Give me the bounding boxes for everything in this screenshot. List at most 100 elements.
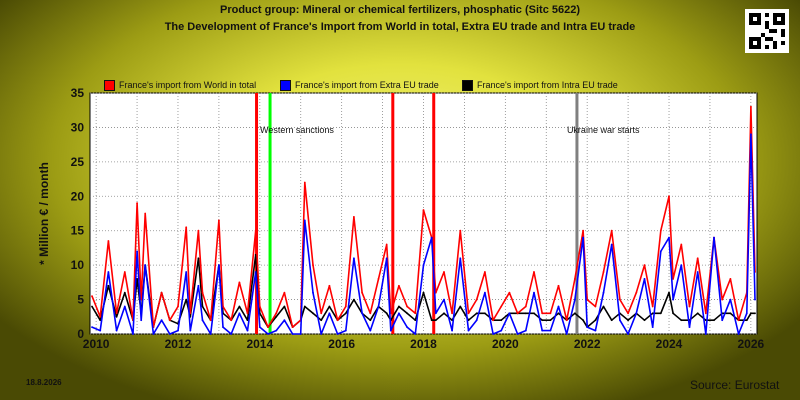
data-point — [672, 298, 674, 301]
data-point — [627, 312, 629, 315]
data-point — [275, 315, 278, 318]
data-point — [312, 291, 314, 294]
data-point — [238, 281, 241, 284]
data-point — [283, 319, 286, 322]
data-point — [745, 319, 748, 322]
data-point — [434, 312, 437, 315]
data-point — [602, 305, 605, 308]
data-point — [635, 312, 638, 315]
data-point — [688, 305, 691, 308]
data-point — [668, 236, 670, 239]
data-point — [594, 305, 597, 308]
data-point — [398, 284, 400, 287]
data-point — [291, 333, 294, 335]
data-point — [344, 312, 347, 315]
y-tick-label: 20 — [71, 189, 85, 203]
data-point — [336, 333, 339, 335]
data-point — [115, 329, 118, 332]
data-point — [643, 319, 646, 322]
data-point — [328, 284, 331, 287]
data-point — [467, 312, 470, 315]
data-point — [115, 315, 118, 318]
data-point — [721, 319, 724, 322]
data-point — [659, 229, 662, 232]
data-point — [582, 229, 584, 232]
data-point — [136, 202, 139, 205]
data-point — [696, 257, 699, 260]
data-point — [434, 319, 437, 322]
data-point — [754, 312, 756, 315]
data-point — [672, 312, 674, 315]
data-point — [160, 319, 163, 322]
data-point — [91, 305, 93, 308]
data-point — [574, 312, 576, 315]
data-point — [704, 333, 707, 335]
data-point — [619, 298, 621, 301]
x-tick-label: 2012 — [165, 337, 192, 351]
data-point — [586, 326, 589, 328]
data-point — [369, 312, 372, 315]
data-point — [688, 326, 691, 328]
data-point — [177, 305, 179, 308]
data-point — [406, 305, 408, 308]
x-tick-label: 2018 — [410, 337, 437, 351]
data-point — [406, 312, 408, 315]
data-point — [91, 295, 93, 297]
data-point — [668, 291, 670, 294]
data-point — [328, 312, 331, 315]
data-point — [500, 305, 503, 308]
y-tick-label: 5 — [77, 293, 84, 307]
data-point — [627, 333, 629, 335]
data-point — [238, 312, 241, 315]
data-point — [99, 329, 102, 332]
data-point — [185, 226, 188, 229]
data-point — [459, 229, 462, 232]
data-point — [99, 315, 102, 318]
data-point — [218, 264, 220, 266]
data-point — [659, 250, 662, 253]
data-point — [524, 329, 527, 332]
data-point — [533, 271, 535, 273]
data-point — [557, 312, 560, 315]
data-point — [680, 243, 683, 246]
data-point — [291, 326, 294, 328]
data-point — [283, 291, 286, 294]
data-point — [643, 278, 646, 280]
data-point — [303, 219, 306, 222]
data-point — [619, 319, 621, 322]
data-point — [524, 312, 527, 315]
data-point — [344, 329, 347, 332]
data-point — [484, 312, 486, 315]
data-point — [754, 298, 756, 301]
data-point — [369, 329, 372, 332]
data-point — [557, 305, 560, 308]
data-point — [267, 333, 269, 335]
data-point — [475, 319, 478, 322]
data-point — [320, 333, 323, 335]
data-point — [377, 278, 380, 280]
data-point — [353, 257, 355, 260]
data-point — [750, 105, 752, 108]
data-point — [353, 298, 355, 301]
data-point — [704, 312, 707, 315]
data-point — [565, 333, 568, 335]
data-point — [299, 333, 302, 335]
data-point — [508, 291, 511, 294]
data-point — [745, 312, 748, 315]
data-point — [729, 312, 732, 315]
date-stamp: 18.8.2026 — [26, 378, 62, 387]
data-point — [467, 329, 470, 332]
data-point — [107, 284, 110, 287]
data-point — [414, 333, 417, 335]
source-label: Source: Eurostat — [690, 378, 780, 392]
data-point — [168, 319, 171, 322]
data-point — [680, 319, 683, 322]
event-marker-label: Ukraine war starts — [567, 125, 640, 135]
data-point — [492, 319, 494, 322]
data-point — [369, 319, 372, 322]
y-tick-label: 10 — [71, 258, 85, 272]
data-point — [328, 305, 331, 308]
data-point — [136, 250, 139, 253]
x-tick-label: 2016 — [328, 337, 355, 351]
data-point — [398, 312, 400, 315]
